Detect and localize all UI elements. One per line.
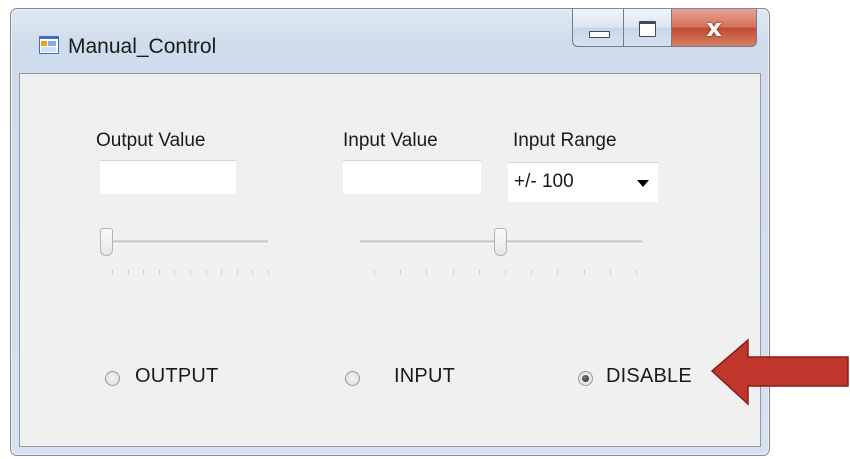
- slider-tick: [426, 270, 428, 275]
- annotation-arrow-icon: [710, 338, 849, 406]
- slider-tick: [221, 270, 223, 275]
- input-value-field[interactable]: [343, 160, 481, 194]
- slider-tick: [505, 270, 506, 275]
- radio-input-label[interactable]: INPUT: [394, 365, 455, 388]
- input-range-dropdown[interactable]: +/- 100: [508, 162, 658, 202]
- slider-tick: [583, 270, 585, 275]
- slider-tick: [452, 270, 454, 275]
- radio-selected-dot-icon: [582, 375, 589, 382]
- output-slider-track: [100, 240, 268, 244]
- slider-tick: [268, 270, 269, 275]
- maximize-button[interactable]: [624, 9, 672, 47]
- slider-tick: [609, 270, 611, 275]
- close-button[interactable]: x: [672, 9, 757, 47]
- slider-tick: [190, 270, 191, 275]
- dropdown-arrow-icon: [637, 180, 649, 187]
- maximize-icon: [639, 21, 656, 37]
- caption-buttons: x: [572, 9, 757, 47]
- slider-tick: [374, 270, 375, 275]
- slider-tick: [205, 270, 207, 275]
- client-area: Output Value Input Value Input Range +/-…: [19, 73, 761, 447]
- minimize-button[interactable]: [572, 9, 624, 47]
- slider-tick: [127, 270, 129, 275]
- input-range-label: Input Range: [513, 130, 617, 151]
- slider-tick: [143, 270, 145, 275]
- app-window-icon: [39, 36, 59, 54]
- slider-tick: [531, 270, 533, 275]
- radio-output-label[interactable]: OUTPUT: [135, 365, 218, 388]
- input-value-label: Input Value: [343, 130, 438, 151]
- window-title: Manual_Control: [68, 35, 217, 58]
- output-value-label: Output Value: [96, 130, 206, 151]
- title-bar[interactable]: Manual_Control x: [11, 9, 769, 73]
- slider-tick: [478, 270, 480, 275]
- slider-tick: [400, 270, 402, 275]
- input-range-value: +/- 100: [514, 171, 574, 192]
- minimize-icon: [589, 31, 610, 38]
- input-slider-thumb[interactable]: [494, 228, 507, 256]
- radio-disable-circle[interactable]: [578, 371, 593, 386]
- output-slider-thumb[interactable]: [100, 228, 113, 256]
- manual-control-window: Manual_Control x Output Value Input Valu…: [10, 8, 770, 456]
- radio-disable-label[interactable]: DISABLE: [606, 365, 692, 388]
- radio-input-circle[interactable]: [345, 371, 360, 386]
- slider-tick: [636, 270, 637, 275]
- radio-output-circle[interactable]: [105, 371, 120, 386]
- slider-tick: [174, 270, 176, 275]
- slider-tick: [112, 270, 113, 275]
- close-icon: x: [706, 14, 722, 42]
- slider-tick: [158, 270, 160, 275]
- output-value-field[interactable]: [100, 160, 236, 194]
- slider-tick: [236, 270, 238, 275]
- slider-tick: [557, 270, 559, 275]
- slider-tick: [252, 270, 254, 275]
